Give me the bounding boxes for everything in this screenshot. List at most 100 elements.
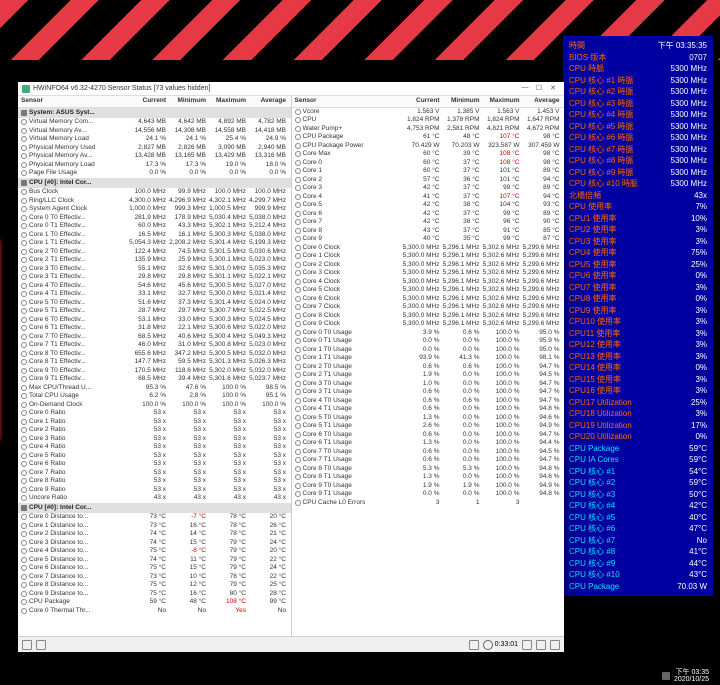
sensor-row[interactable]: Core 5 T0 Effectiv...51.6 MHz37.3 MHz5,3…: [18, 299, 291, 308]
sensor-row[interactable]: CPU1,824 RPM1,378 RPM1,824 RPM1,647 RPM: [292, 116, 565, 125]
sensor-row[interactable]: Core 8 T0 Usage5.3 %5.3 %100.0 %94.8 %: [292, 465, 565, 474]
sensor-row[interactable]: Core 1 Distance to...73 °C16 °C78 °C26 °…: [18, 522, 291, 531]
sensor-row[interactable]: Core 0 Distance to...73 °C-7 °C78 °C20 °…: [18, 513, 291, 522]
sensor-pane-right[interactable]: SensorCurrentMinimumMaximumAverageVcore1…: [292, 96, 565, 636]
sensor-row[interactable]: Core 0 T1 Usage0.0 %0.0 %100.0 %95.9 %: [292, 337, 565, 346]
column-header[interactable]: Sensor: [295, 97, 400, 106]
sensor-row[interactable]: Core 542 °C38 °C104 °C93 °C: [292, 201, 565, 210]
sensor-row[interactable]: Core 742 °C38 °C96 °C90 °C: [292, 218, 565, 227]
sensor-row[interactable]: Core 8 T1 Effectiv...147.7 MHz59.5 MHz5,…: [18, 358, 291, 367]
sensor-row[interactable]: Core 6 Ratio53 x53 x53 x53 x: [18, 460, 291, 469]
sensor-group-header[interactable]: CPU [#0]: Intel Cor...: [18, 178, 291, 189]
sensor-row[interactable]: Core Max60 °C39 °C108 °C98 °C: [292, 150, 565, 159]
sensor-row[interactable]: Page File Usage0.0 %0.0 %0.0 %0.0 %: [18, 169, 291, 178]
sensor-row[interactable]: Core 6 T0 Usage0.6 %0.0 %100.0 %94.7 %: [292, 431, 565, 440]
sensor-row[interactable]: Core 7 Ratio53 x53 x53 x53 x: [18, 469, 291, 478]
sensor-row[interactable]: Core 9 T1 Effectiv...68.5 MHz39.4 MHz5,3…: [18, 375, 291, 384]
sensor-row[interactable]: Core 0 Clock5,300.0 MHz5,296.1 MHz5,302.…: [292, 244, 565, 253]
sensor-row[interactable]: Core 3 Distance to...74 °C15 °C79 °C24 °…: [18, 539, 291, 548]
sensor-row[interactable]: Core 0 T0 Effectiv...281.9 MHz178.9 MHz5…: [18, 214, 291, 223]
sensor-row[interactable]: Core 7 Distance to...73 °C10 °C78 °C22 °…: [18, 573, 291, 582]
sensor-row[interactable]: Core 6 T0 Effectiv...53.1 MHz33.0 MHz5,3…: [18, 316, 291, 325]
taskbar-tray[interactable]: 下午 03:35 2020/10/25: [563, 667, 713, 685]
sensor-row[interactable]: Max CPU/Thread U...95.3 %47.6 %100.0 %98…: [18, 384, 291, 393]
sensor-row[interactable]: Core 4 T1 Usage0.6 %0.0 %100.0 %94.8 %: [292, 405, 565, 414]
sensor-row[interactable]: Core 5 Clock5,300.0 MHz5,296.1 MHz5,302.…: [292, 286, 565, 295]
sensor-row[interactable]: Core 6 Clock5,300.0 MHz5,296.1 MHz5,302.…: [292, 295, 565, 304]
sensor-row[interactable]: Core 5 Distance to...74 °C11 °C79 °C22 °…: [18, 556, 291, 565]
sensor-row[interactable]: Core 8 T1 Usage1.3 %0.0 %100.0 %94.6 %: [292, 473, 565, 482]
sensor-row[interactable]: Core 1 T1 Usage93.9 %41.3 %100.0 %98.1 %: [292, 354, 565, 363]
sensor-group-header[interactable]: CPU [#0]: Intel Cor...: [18, 503, 291, 514]
sensor-row[interactable]: Core 3 T0 Usage1.0 %0.0 %100.0 %94.7 %: [292, 380, 565, 389]
log-icon[interactable]: [36, 640, 46, 650]
sensor-row[interactable]: Virtual Memory Com...4,643 MB4,642 MB4,8…: [18, 118, 291, 127]
sensor-row[interactable]: Core 3 T1 Usage0.6 %0.0 %100.0 %94.7 %: [292, 388, 565, 397]
sensor-row[interactable]: Core 441 °C37 °C107 °C94 °C: [292, 193, 565, 202]
reset-icon[interactable]: [536, 640, 546, 650]
sensor-row[interactable]: Bus Clock100.0 MHz99.9 MHz100.0 MHz100.0…: [18, 188, 291, 197]
sensor-row[interactable]: Core 9 T0 Usage1.9 %1.9 %100.0 %94.9 %: [292, 482, 565, 491]
column-header[interactable]: Maximum: [206, 97, 246, 106]
titlebar[interactable]: HWiNFO64 v6.32-4270 Sensor Status [73 va…: [18, 82, 564, 96]
sensor-row[interactable]: Core 2 T1 Usage1.9 %0.0 %100.0 %94.5 %: [292, 371, 565, 380]
sensor-row[interactable]: Uncore Ratio43 x43 x43 x43 x: [18, 494, 291, 503]
clock-icon[interactable]: [522, 640, 532, 650]
column-header[interactable]: Current: [126, 97, 166, 106]
sensor-row[interactable]: Core 060 °C37 °C108 °C98 °C: [292, 159, 565, 168]
sensor-row[interactable]: Ring/LLC Clock4,300.0 MHz4,296.9 MHz4,30…: [18, 197, 291, 206]
sensor-row[interactable]: Core 7 T0 Usage0.6 %0.0 %100.0 %94.5 %: [292, 448, 565, 457]
sensor-row[interactable]: Core 2 Clock5,300.0 MHz5,296.1 MHz5,302.…: [292, 261, 565, 270]
sensor-row[interactable]: Core 4 Clock5,300.0 MHz5,296.1 MHz5,302.…: [292, 278, 565, 287]
column-header[interactable]: Minimum: [166, 97, 206, 106]
sensor-row[interactable]: Physical Memory Load17.3 %17.3 %19.0 %18…: [18, 161, 291, 170]
sensor-row[interactable]: CPU Package Power70.429 W70.203 W323.587…: [292, 142, 565, 151]
sensor-row[interactable]: Core 8 Clock5,300.0 MHz5,296.1 MHz5,302.…: [292, 312, 565, 321]
sensor-row[interactable]: Vcore1.563 V1.385 V1.563 V1.453 V: [292, 108, 565, 117]
column-header[interactable]: Average: [520, 97, 560, 106]
sensor-row[interactable]: Core 4 T0 Effectiv...54.6 MHz45.6 MHz5,3…: [18, 282, 291, 291]
sensor-row[interactable]: Core 843 °C37 °C91 °C85 °C: [292, 227, 565, 236]
sensor-row[interactable]: Core 2 Distance to...74 °C14 °C78 °C21 °…: [18, 530, 291, 539]
sensor-row[interactable]: Core 1 Ratio53 x53 x53 x53 x: [18, 418, 291, 427]
sensor-row[interactable]: Core 160 °C37 °C101 °C89 °C: [292, 167, 565, 176]
sensor-row[interactable]: Core 0 T1 Effectiv...60.0 MHz43.3 MHz5,3…: [18, 222, 291, 231]
column-header[interactable]: Sensor: [21, 97, 126, 106]
close-button[interactable]: ✕: [546, 84, 560, 94]
sensor-row[interactable]: Core 6 T1 Usage1.3 %0.0 %100.0 %94.4 %: [292, 439, 565, 448]
sensor-pane-left[interactable]: SensorCurrentMinimumMaximumAverage System…: [18, 96, 292, 636]
sensor-row[interactable]: System Agent Clock1,000.0 MHz999.3 MHz1,…: [18, 205, 291, 214]
column-header[interactable]: Current: [400, 97, 440, 106]
sensor-row[interactable]: Core 4 Ratio53 x53 x53 x53 x: [18, 443, 291, 452]
maximize-button[interactable]: ☐: [532, 84, 546, 94]
sensor-row[interactable]: On-Demand Clock100.0 %100.0 %100.0 %100.…: [18, 401, 291, 410]
minimize-button[interactable]: —: [518, 84, 532, 94]
sensor-row[interactable]: Core 0 Thermal Thr...NoNoYesNo: [18, 607, 291, 616]
sensor-row[interactable]: Core 2 T1 Effectiv...135.9 MHz25.9 MHz5,…: [18, 256, 291, 265]
sensor-row[interactable]: Virtual Memory Av...14,556 MB14,308 MB14…: [18, 127, 291, 136]
sensor-row[interactable]: CPU Cache L0 Errors313: [292, 499, 565, 508]
sensor-row[interactable]: Core 1 T0 Effectiv...16.5 MHz16.1 MHz5,3…: [18, 231, 291, 240]
sensor-row[interactable]: Core 1 Clock5,300.0 MHz5,296.1 MHz5,302.…: [292, 252, 565, 261]
sensor-row[interactable]: Core 1 T0 Usage0.0 %0.0 %100.0 %95.0 %: [292, 346, 565, 355]
chart-icon[interactable]: [469, 640, 479, 650]
sensor-row[interactable]: Core 0 Ratio53 x53 x53 x53 x: [18, 409, 291, 418]
sensor-row[interactable]: Core 257 °C36 °C101 °C94 °C: [292, 176, 565, 185]
sensor-row[interactable]: Core 9 Distance to...75 °C16 °C80 °C28 °…: [18, 590, 291, 599]
sensor-row[interactable]: Core 342 °C37 °C99 °C89 °C: [292, 184, 565, 193]
sensor-row[interactable]: Core 9 T1 Usage0.0 %0.0 %100.0 %94.8 %: [292, 490, 565, 499]
sensor-row[interactable]: Core 3 T1 Effectiv...29.8 MHz29.8 MHz5,3…: [18, 273, 291, 282]
sensor-row[interactable]: Core 8 T0 Effectiv...655.6 MHz347.2 MHz5…: [18, 350, 291, 359]
sensor-row[interactable]: Core 4 Distance to...75 °C-8 °C79 °C20 °…: [18, 547, 291, 556]
sensor-row[interactable]: Physical Memory Av...13,428 MB13,165 MB1…: [18, 152, 291, 161]
column-header[interactable]: Average: [246, 97, 286, 106]
sensor-row[interactable]: Core 2 T0 Usage0.6 %0.6 %100.0 %94.7 %: [292, 363, 565, 372]
sensor-row[interactable]: Core 7 T0 Effectiv...68.5 MHz40.6 MHz5,3…: [18, 333, 291, 342]
sensor-row[interactable]: CPU Package61 °C48 °C107 °C98 °C: [292, 133, 565, 142]
save-icon[interactable]: [22, 640, 32, 650]
sensor-row[interactable]: Core 642 °C37 °C99 °C89 °C: [292, 210, 565, 219]
sensor-row[interactable]: Core 6 Distance to...75 °C15 °C79 °C24 °…: [18, 564, 291, 573]
sensor-row[interactable]: Core 9 T0 Effectiv...170.5 MHz118.6 MHz5…: [18, 367, 291, 376]
sensor-row[interactable]: Core 0 T0 Usage3.9 %0.6 %100.0 %95.0 %: [292, 329, 565, 338]
sensor-row[interactable]: Core 2 Ratio53 x53 x53 x53 x: [18, 426, 291, 435]
